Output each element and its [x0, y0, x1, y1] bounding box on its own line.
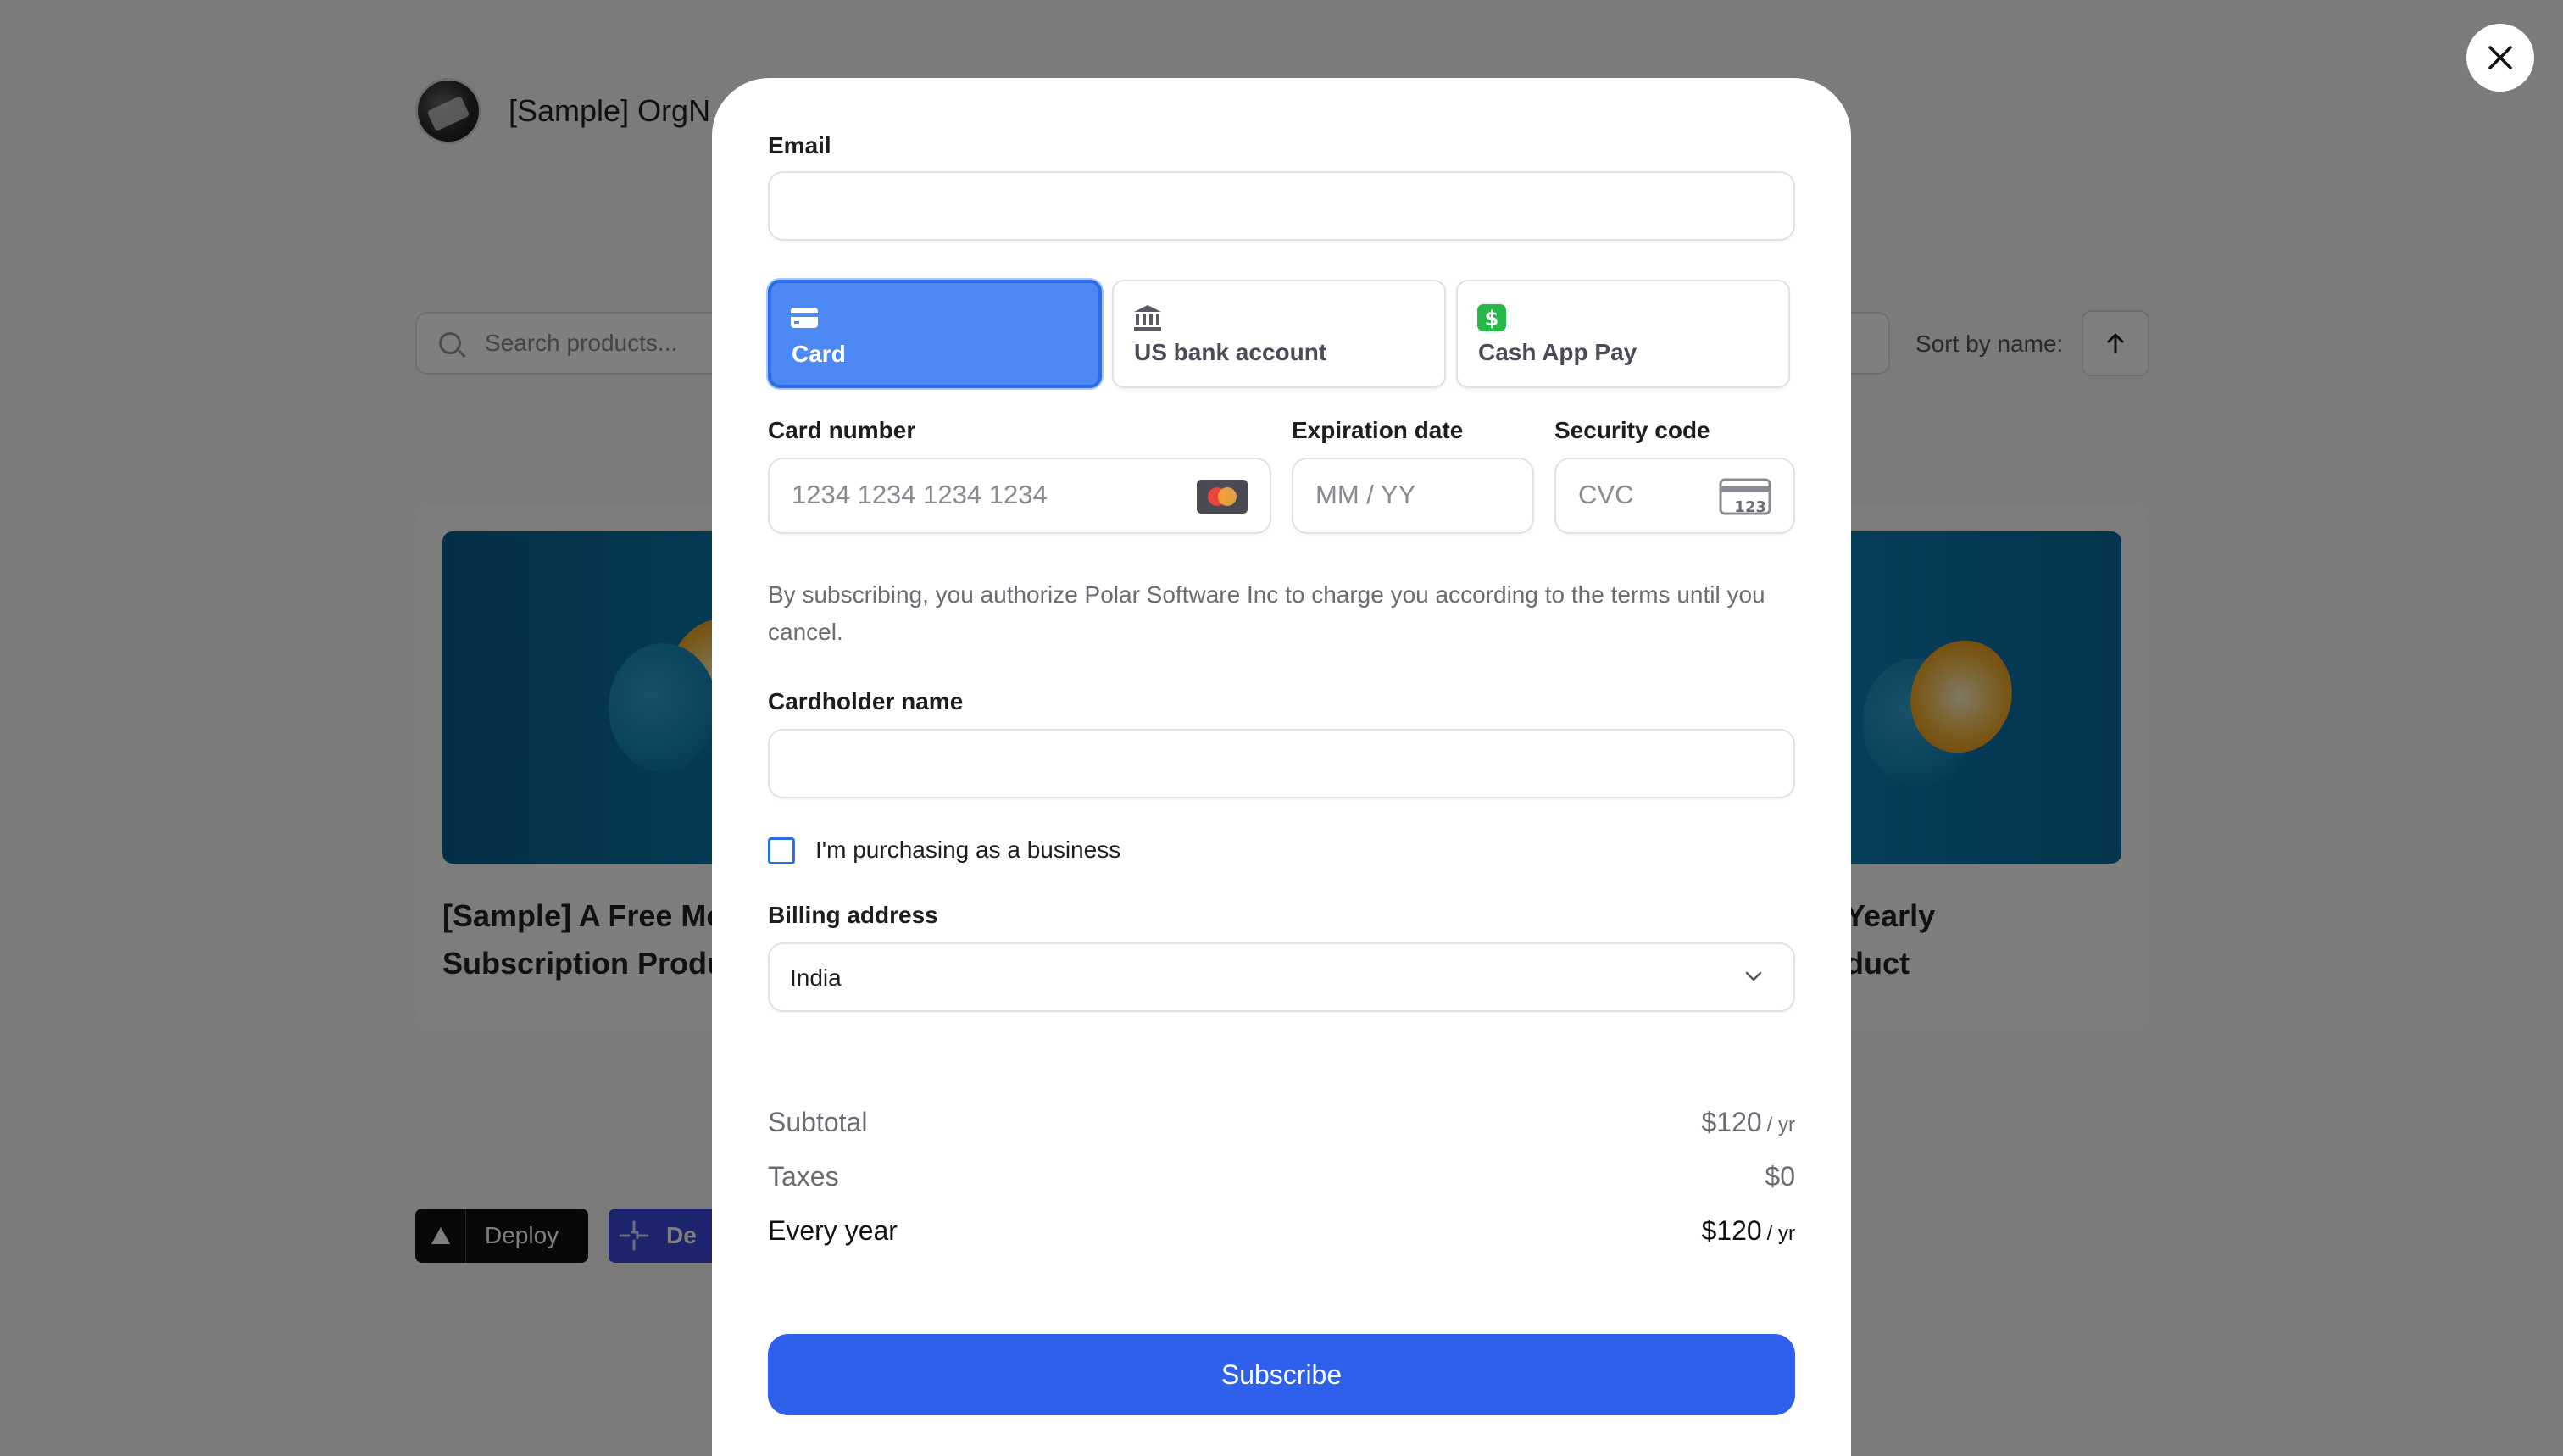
billing-country-value: India [790, 964, 842, 991]
tab-card-label: Card [792, 341, 846, 367]
security-code-field[interactable]: CVC 123 [1554, 458, 1795, 534]
taxes-row: Taxes $0 [768, 1161, 1795, 1203]
tab-card[interactable]: Card [768, 280, 1102, 388]
security-code-label: Security code [1554, 417, 1710, 443]
bank-icon [1134, 305, 1161, 331]
card-number-label: Card number [768, 417, 916, 443]
expiration-label: Expiration date [1292, 417, 1464, 443]
total-row: Every year $120/ yr [768, 1215, 1795, 1258]
total-label: Every year [768, 1215, 898, 1246]
cardholder-name-field[interactable] [768, 729, 1795, 798]
tab-cash-app-pay[interactable]: $ Cash App Pay [1456, 280, 1790, 388]
close-button[interactable] [2466, 24, 2534, 92]
cardholder-name-label: Cardholder name [768, 688, 964, 714]
subtotal-label: Subtotal [768, 1107, 868, 1137]
card-brand-icon [1197, 480, 1248, 514]
total-value: $120/ yr [1701, 1215, 1795, 1246]
tab-cash-app-label: Cash App Pay [1478, 339, 1637, 365]
close-icon [2488, 46, 2512, 69]
chevron-down-icon [1745, 971, 1762, 981]
terms-text: By subscribing, you authorize Polar Soft… [768, 581, 1765, 645]
cash-app-icon: $ [1477, 304, 1506, 331]
tab-us-bank-label: US bank account [1134, 339, 1327, 365]
subscribe-button[interactable]: Subscribe [768, 1334, 1795, 1415]
billing-address-label: Billing address [768, 902, 938, 928]
email-field[interactable] [768, 171, 1795, 241]
business-checkbox[interactable] [768, 837, 795, 864]
subtotal-row: Subtotal $120/ yr [768, 1107, 1795, 1149]
security-code-placeholder: CVC [1578, 480, 1634, 509]
card-number-placeholder: 1234 1234 1234 1234 [792, 480, 1048, 509]
svg-text:$: $ [1485, 307, 1499, 331]
business-checkbox-label: I'm purchasing as a business [815, 836, 1121, 863]
credit-card-icon [791, 308, 818, 328]
checkout-modal: Email Card US bank account $ Cash App Pa… [712, 78, 1851, 1456]
tab-us-bank-account[interactable]: US bank account [1112, 280, 1446, 388]
cvc-card-icon: 123 [1719, 478, 1771, 516]
taxes-value: $0 [1765, 1161, 1795, 1192]
billing-country-select[interactable]: India [768, 942, 1795, 1012]
subtotal-value: $120/ yr [1701, 1107, 1795, 1137]
expiration-field[interactable]: MM / YY [1292, 458, 1534, 534]
card-number-field[interactable]: 1234 1234 1234 1234 [768, 458, 1271, 534]
email-label: Email [768, 132, 831, 158]
taxes-label: Taxes [768, 1161, 839, 1192]
expiration-placeholder: MM / YY [1315, 480, 1416, 509]
svg-text:123: 123 [1734, 498, 1766, 516]
